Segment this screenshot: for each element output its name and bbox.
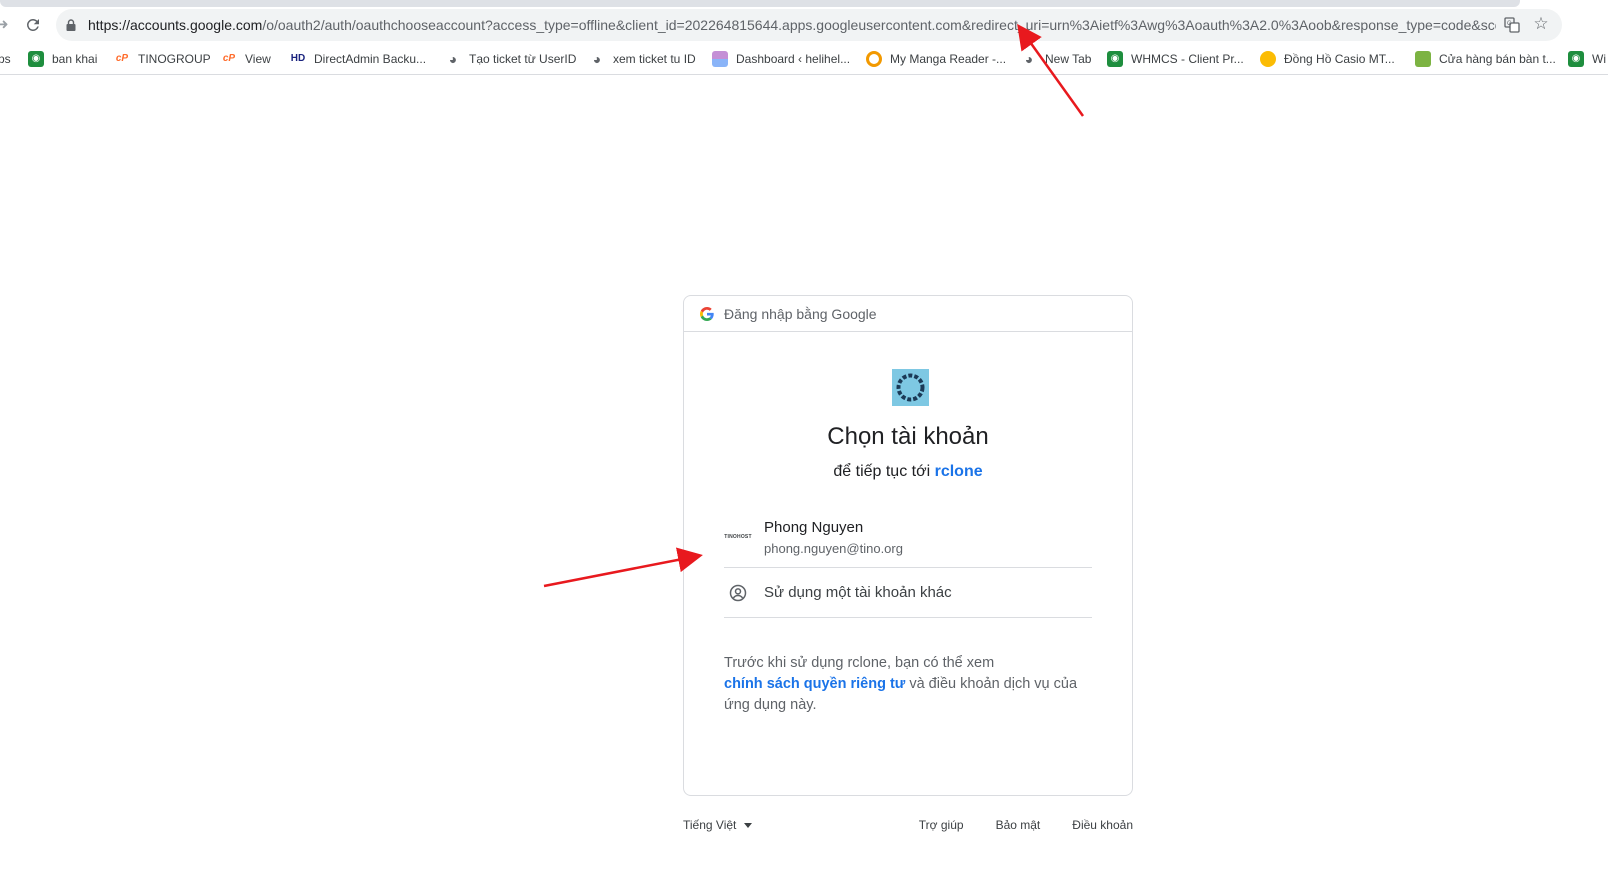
bookmarks-bar: ps ◉ ban khai cP TINOGROUP cP View HD Di… [0,43,1608,75]
privacy-notice: Trước khi sử dụng rclone, bạn có thể xem… [724,653,1094,716]
bookmark-label: xem ticket tu ID [613,52,696,66]
bookmark-tao-ticket[interactable]: ◕ Tạo ticket từ UserID [445,49,577,69]
green-logo-icon: ◉ [1568,51,1584,67]
bookmark-label: WHMCS - Client Pr... [1131,52,1244,66]
bookmark-whmcs[interactable]: ◉ WHMCS - Client Pr... [1107,49,1244,69]
translate-icon[interactable]: G [1504,17,1520,33]
bookmark-ban-khai[interactable]: ◉ ban khai [28,49,97,69]
bookmark-star-icon[interactable]: ☆ [1532,15,1550,33]
globe-icon: ◕ [448,51,458,67]
bookmark-label: View [245,52,271,66]
privacy-link[interactable]: Bảo mật [996,818,1041,832]
account-name: Phong Nguyen [764,519,864,536]
account-email: phong.nguyen@tino.org [764,541,903,556]
url-text[interactable]: https://accounts.google.com/o/oauth2/aut… [88,17,1496,33]
app-name-link[interactable]: rclone [935,463,983,480]
hd-icon: HD [290,53,306,64]
bookmark-label: TINOGROUP [138,52,211,66]
help-link[interactable]: Trợ giúp [919,818,964,832]
terms-link[interactable]: Điều khoản [1072,818,1133,832]
bookmark-view[interactable]: cP View [221,49,271,69]
rclone-logo [892,369,929,406]
cpanel-icon: cP [222,53,236,64]
account-circle-icon [729,584,747,602]
account-chooser-card: Đăng nhập bằng Google Chọn tài khoản để … [683,295,1133,796]
language-label: Tiếng Việt [683,818,737,832]
card-header: Đăng nhập bằng Google [684,296,1132,332]
bookmark-label: Cửa hàng bán bàn t... [1439,52,1556,66]
bookmark-label: Tạo ticket từ UserID [469,52,577,66]
bookmark-new-tab[interactable]: ◕ New Tab [1021,49,1092,69]
page-subtitle: để tiếp tục tới rclone [684,461,1132,483]
language-selector[interactable]: Tiếng Việt [683,818,753,832]
bookmark-cua-hang[interactable]: Cửa hàng bán bàn t... [1415,49,1556,69]
avatar: TINOHOST [724,534,752,540]
bookmark-label: Wi [1592,52,1606,66]
bookmark-manga[interactable]: My Manga Reader -... [866,49,1006,69]
green-logo-icon: ◉ [1107,51,1123,67]
url-host: https://accounts.google.com [88,17,263,33]
globe-icon: ◕ [592,51,602,67]
bookmark-directadmin[interactable]: HD DirectAdmin Backu... [290,49,426,69]
forward-icon[interactable]: ➜ [0,17,10,33]
use-another-account-button[interactable]: Sử dụng một tài khoản khác [724,568,1092,618]
account-item-phong-nguyen[interactable]: TINOHOST Phong Nguyen phong.nguyen@tino.… [724,512,1092,568]
annotation-arrow-account [543,547,703,588]
svg-text:G: G [1507,21,1512,27]
footer-links: Trợ giúp Bảo mật Điều khoản [919,818,1133,832]
bookmark-casio[interactable]: Đồng Hồ Casio MT... [1260,49,1395,69]
bookmark-dashboard[interactable]: Dashboard ‹ helihel... [712,49,850,69]
page-footer: Tiếng Việt Trợ giúp Bảo mật Điều khoản [683,818,1133,838]
bookmark-label: DirectAdmin Backu... [314,52,427,66]
bookmark-label: Đồng Hồ Casio MT... [1284,52,1395,66]
bookmark-label: ban khai [52,52,98,66]
rclone-logo-icon [892,369,929,406]
reload-icon[interactable] [24,16,42,34]
ring-icon [866,51,882,67]
bookmark-label: New Tab [1045,52,1092,66]
browser-toolbar: ➜ https://accounts.google.com/o/oauth2/a… [0,7,1608,43]
use-another-account-label: Sử dụng một tài khoản khác [764,584,952,601]
dashboard-icon [712,51,728,67]
page-title: Chọn tài khoản [827,423,989,450]
green-logo-icon: ◉ [28,51,44,67]
card-header-text: Đăng nhập bằng Google [724,305,877,322]
privacy-policy-link[interactable]: chính sách quyền riêng tư [724,676,905,692]
bookmark-tinogroup[interactable]: cP TINOGROUP [114,49,211,69]
tab-strip [0,0,1520,7]
subtitle-prefix: để tiếp tục tới [833,463,931,480]
sheet-icon [1415,51,1431,67]
bookmark-label: ps [0,52,11,66]
casio-icon [1260,51,1276,67]
bookmark-xem-ticket[interactable]: ◕ xem ticket tu ID [589,49,696,69]
url-path: /o/oauth2/auth/oauthchooseaccount?access… [262,17,1496,33]
caret-down-icon [744,822,753,828]
privacy-text-before: Trước khi sử dụng rclone, bạn có thể xem [724,655,995,671]
cpanel-icon: cP [115,53,129,64]
bookmark-label: Dashboard ‹ helihel... [736,52,851,66]
bookmark-wi[interactable]: ◉ Wi [1568,49,1606,69]
google-logo-icon [700,306,714,321]
bookmark-label: My Manga Reader -... [890,52,1007,66]
lock-icon[interactable] [66,19,76,31]
globe-icon: ◕ [1024,51,1034,67]
bookmark-apps[interactable]: ps [0,49,11,69]
address-bar[interactable]: https://accounts.google.com/o/oauth2/aut… [56,9,1562,41]
